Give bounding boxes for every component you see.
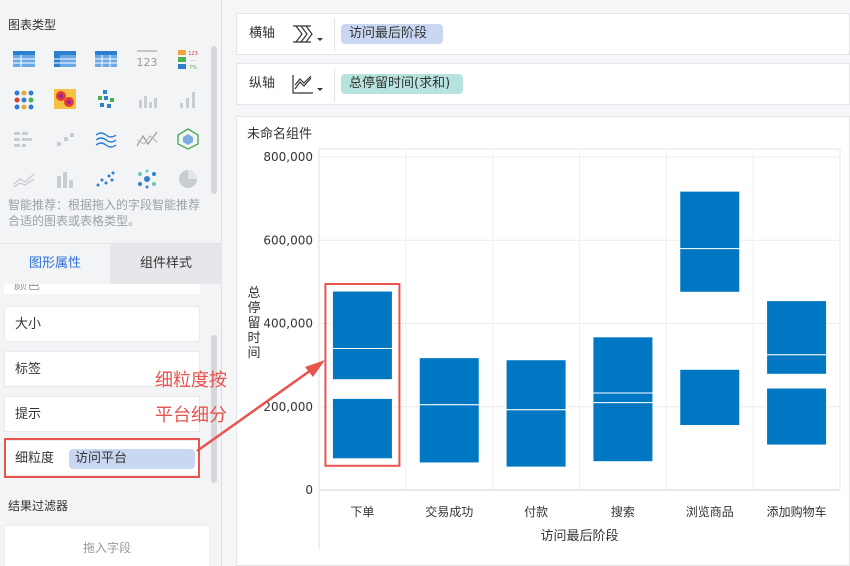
annotation-line-1: 细粒度按 xyxy=(155,370,227,391)
bar-gray-icon[interactable] xyxy=(53,168,77,190)
y-axis-separator xyxy=(334,68,335,102)
y-tick-label: 800,000 xyxy=(263,150,313,164)
scatter-cluster-icon[interactable] xyxy=(94,88,118,110)
x-axis-type-icon xyxy=(293,25,313,43)
area-line-icon[interactable] xyxy=(12,168,36,190)
bar-segment xyxy=(418,404,480,464)
y-axis-field-pill[interactable]: 总停留时间(求和) xyxy=(341,74,463,94)
bar-segment xyxy=(592,336,654,394)
radar-hex-icon[interactable] xyxy=(176,128,200,150)
x-axis-field-pill[interactable]: 访问最后阶段 xyxy=(341,24,443,44)
dot-grid-icon[interactable] xyxy=(12,128,36,150)
result-filter-title: 结果过滤器 xyxy=(8,499,69,513)
heatmap-icon[interactable] xyxy=(53,88,77,110)
x-axis-label: 横轴 xyxy=(249,26,276,41)
x-axis-bar: 横轴 访问最后阶段 xyxy=(236,13,850,55)
svg-text:123: 123 xyxy=(137,56,158,69)
bar-segment xyxy=(331,347,393,381)
y-axis-type-dropdown[interactable] xyxy=(291,73,325,95)
x-axis-separator xyxy=(334,18,335,52)
y-axis-label: 纵轴 xyxy=(249,76,276,91)
x-axis-type-dropdown[interactable] xyxy=(291,23,325,45)
y-tick-label: 400,000 xyxy=(263,317,313,331)
y-tick-label: 0 xyxy=(305,483,313,497)
bar-small-icon[interactable] xyxy=(135,88,159,110)
bar-asc-icon[interactable] xyxy=(176,88,200,110)
x-tick-label: 付款 xyxy=(524,505,548,519)
chart-types-title: 图表类型 xyxy=(8,18,57,32)
chart-types-scrollbar[interactable] xyxy=(211,46,217,194)
left-panel: 图表类型 123 123—7% 智能推荐：根据拖入的字段智能推荐合适的图表或表格类… xyxy=(0,0,222,566)
bar-segment xyxy=(592,392,654,404)
property-tabs: 图形属性 组件样式 xyxy=(0,243,222,284)
dot-scatter-icon[interactable] xyxy=(94,168,118,190)
bar-segment xyxy=(679,368,741,426)
property-color-partial[interactable]: 颜色 xyxy=(4,284,200,294)
bubble-icon[interactable] xyxy=(135,168,159,190)
property-size-label: 大小 xyxy=(15,317,42,332)
bar-segment xyxy=(592,402,654,463)
x-tick-label: 浏览商品 xyxy=(686,504,734,519)
bar-segment xyxy=(766,387,828,446)
bar-segment xyxy=(418,357,480,406)
x-tick-label: 下单 xyxy=(350,505,374,519)
svg-text:123: 123 xyxy=(188,51,198,57)
bar-segment xyxy=(679,190,741,250)
annotation-line-2: 平台细分 xyxy=(155,405,227,426)
property-label-label: 标签 xyxy=(15,362,42,377)
dot-matrix-icon[interactable] xyxy=(12,88,36,110)
bar-segment xyxy=(766,300,828,356)
x-tick-label: 添加购物车 xyxy=(767,504,827,519)
tab-shape-properties[interactable]: 图形属性 xyxy=(0,244,110,284)
x-tick-label: 搜索 xyxy=(611,504,635,519)
scatter-small-icon[interactable] xyxy=(53,128,77,150)
chart-widget[interactable]: 未命名组件 0 200,000 400,000 600,000 800,000 下单 交易成… xyxy=(236,116,850,566)
radar-line-icon[interactable] xyxy=(135,128,159,150)
y-axis-title: 总停留时间 xyxy=(247,286,260,361)
bar-segment xyxy=(331,290,393,349)
bar-segment xyxy=(331,397,393,460)
y-axis-bar: 纵轴 总停留时间(求和) xyxy=(236,63,850,105)
cross-table-icon[interactable] xyxy=(53,48,77,70)
wave-line-icon[interactable] xyxy=(94,128,118,150)
property-size[interactable]: 大小 xyxy=(4,306,200,342)
table-icon[interactable] xyxy=(12,48,36,70)
smart-recommend-hint: 智能推荐：根据拖入的字段智能推荐合适的图表或表格类型。 xyxy=(8,198,201,228)
y-axis-type-icon xyxy=(292,75,313,94)
tab-component-style[interactable]: 组件样式 xyxy=(110,244,222,284)
y-tick-label: 200,000 xyxy=(263,400,313,414)
bar-segment xyxy=(766,354,828,375)
granularity-highlight-box xyxy=(4,438,200,478)
bar-segment xyxy=(505,359,567,411)
number-123-icon[interactable]: 123 xyxy=(135,48,159,70)
svg-text:—: — xyxy=(191,58,196,64)
chart-type-grid: 123 123—7% xyxy=(0,40,210,195)
svg-text:7%: 7% xyxy=(189,65,197,70)
kpi-card-icon[interactable]: 123—7% xyxy=(176,48,200,70)
property-tooltip-label: 提示 xyxy=(15,407,42,422)
bar-segment xyxy=(679,248,741,293)
x-tick-label: 交易成功 xyxy=(425,504,473,519)
x-axis-title: 访问最后阶段 xyxy=(540,529,618,544)
bar-segment xyxy=(505,409,567,468)
detail-table-icon[interactable] xyxy=(94,48,118,70)
y-tick-label: 600,000 xyxy=(263,233,313,247)
filter-drop-zone[interactable]: 拖入字段 xyxy=(4,525,210,566)
pie-icon[interactable] xyxy=(176,168,200,190)
chevron-down-icon xyxy=(317,38,323,41)
bar-chart: 0 200,000 400,000 600,000 800,000 下单 交易成功 付款 搜索 浏… xyxy=(247,148,841,549)
chevron-down-icon xyxy=(317,88,323,91)
